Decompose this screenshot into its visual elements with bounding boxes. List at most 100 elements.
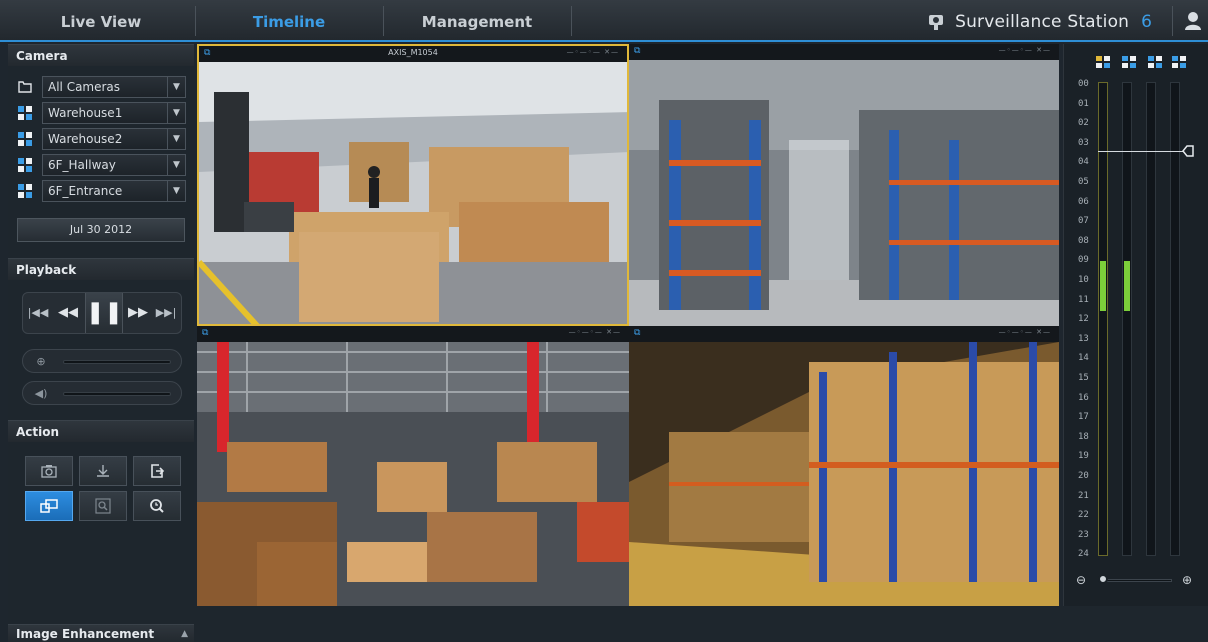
zoom-slider-handle[interactable] <box>1098 574 1108 584</box>
camera-row-warehouse1: Warehouse1 ▼ <box>18 102 188 124</box>
fast-forward-icon[interactable]: ▶▶ <box>123 293 153 333</box>
camera-select-all[interactable]: All Cameras ▼ <box>42 76 186 98</box>
brand-logo: Surveillance Station 6 <box>927 10 1152 34</box>
video-frame <box>629 60 1059 326</box>
search-button[interactable] <box>133 491 181 521</box>
tile-header: ⧉ —◦—◦— ✕— <box>197 326 629 342</box>
timeline-hour-label: 12 <box>1078 314 1089 325</box>
video-tile-4[interactable]: ⧉ —◦—◦— ✕— <box>629 326 1059 606</box>
timeline-hour-label: 23 <box>1078 529 1089 540</box>
layout-grid-icon[interactable] <box>1096 56 1110 68</box>
volume-slider-track[interactable] <box>63 392 171 396</box>
playhead-line <box>1098 151 1186 152</box>
playback-controls: |◀◀ ◀◀ ❚❚ ▶▶ ▶▶| <box>22 292 182 334</box>
camera-select-warehouse1[interactable]: Warehouse1 ▼ <box>42 102 186 124</box>
layout-grid-icon[interactable] <box>1148 56 1162 68</box>
camera-select-warehouse2[interactable]: Warehouse2 ▼ <box>42 128 186 150</box>
speed-icon: ⊕ <box>36 355 46 368</box>
left-panel: Camera All Cameras ▼ Warehouse1 ▼ Warehous… <box>8 44 194 642</box>
timeline-hour-label: 15 <box>1078 373 1089 383</box>
timeline-track-3[interactable] <box>1146 82 1156 556</box>
tab-timeline[interactable]: Timeline <box>196 0 382 42</box>
video-tile-2[interactable]: ⧉ —◦—◦— ✕— <box>629 44 1059 326</box>
timeline-hour-label: 16 <box>1078 392 1089 403</box>
camera-select-6f-hallway[interactable]: 6F_Hallway ▼ <box>42 154 186 176</box>
tile-header: ⧉ —◦—◦— ✕— <box>629 44 1059 60</box>
chevron-down-icon: ▼ <box>167 181 185 201</box>
camera-label: Warehouse2 <box>48 132 123 146</box>
timeline-hour-label: 14 <box>1078 353 1089 364</box>
export-button[interactable] <box>133 456 181 486</box>
layout-grid-icon[interactable] <box>1172 56 1186 68</box>
image-enhancement-header[interactable]: Image Enhancement ▲ <box>8 624 194 642</box>
top-navigation-bar: Live View Timeline Management Surveillan… <box>0 0 1208 42</box>
tab-management[interactable]: Management <box>384 0 570 42</box>
timeline-hour-label: 05 <box>1078 177 1089 187</box>
chevron-up-icon[interactable]: ▲ <box>181 625 188 642</box>
tab-divider <box>571 6 572 36</box>
search-icon <box>150 499 164 513</box>
camera-select-6f-entrance[interactable]: 6F_Entrance ▼ <box>42 180 186 202</box>
video-tile-1[interactable]: ⧉ AXIS_M1054 —◦—◦— ✕— <box>197 44 629 326</box>
video-frame <box>629 342 1059 606</box>
tab-live-view[interactable]: Live View <box>8 0 194 42</box>
user-icon[interactable] <box>1184 11 1202 31</box>
timeline-hour-label: 13 <box>1078 333 1089 344</box>
window-icon: ⧉ <box>634 46 641 56</box>
bottom-area <box>194 606 1208 642</box>
layout-grid-icon <box>18 158 32 172</box>
tile-status-icon: —◦—◦— ✕— <box>998 46 1051 54</box>
recording-segment <box>1100 261 1106 311</box>
timeline-track-2[interactable] <box>1122 82 1132 556</box>
camera-icon <box>41 465 57 478</box>
zoom-region-button[interactable] <box>79 491 127 521</box>
brand-version: 6 <box>1141 12 1152 32</box>
skip-to-start-icon[interactable]: |◀◀ <box>23 293 53 333</box>
camera-section-header: Camera <box>8 44 194 66</box>
zoom-slider-track[interactable] <box>1104 579 1172 582</box>
timeline-track-1[interactable] <box>1098 82 1108 556</box>
timeline-hour-label: 19 <box>1078 451 1089 462</box>
rewind-icon[interactable]: ◀◀ <box>53 293 83 333</box>
camera-label: 6F_Entrance <box>48 184 123 198</box>
recording-segment <box>1124 261 1130 311</box>
tile-status-icon: —◦—◦— ✕— <box>998 328 1051 336</box>
zoom-out-icon[interactable]: ⊖ <box>1076 573 1086 587</box>
camera-row-warehouse2: Warehouse2 ▼ <box>18 128 188 150</box>
timeline-hour-label: 07 <box>1078 216 1089 227</box>
timeline-hour-label: 11 <box>1078 294 1089 305</box>
layout-grid-icon[interactable] <box>1122 56 1136 68</box>
export-icon <box>151 464 165 478</box>
camera-label: All Cameras <box>48 80 121 94</box>
camera-row-6f-hallway: 6F_Hallway ▼ <box>18 154 188 176</box>
download-button[interactable] <box>79 456 127 486</box>
speed-slider-track[interactable] <box>63 360 171 364</box>
snapshot-button[interactable] <box>25 456 73 486</box>
skip-to-end-icon[interactable]: ▶▶| <box>151 293 181 333</box>
window-icon: ⧉ <box>634 328 641 338</box>
playback-speed-slider[interactable]: ⊕ <box>22 349 182 373</box>
action-section-header: Action <box>8 420 194 442</box>
timeline-hour-label: 03 <box>1078 137 1089 148</box>
playback-section-header: Playback <box>8 258 194 280</box>
tile-header: ⧉ —◦—◦— ✕— <box>629 326 1059 342</box>
chevron-down-icon: ▼ <box>167 129 185 149</box>
pause-button[interactable]: ❚❚ <box>85 293 123 333</box>
tile-status-icon: —◦—◦— ✕— <box>566 48 619 56</box>
tile-status-icon: —◦—◦— ✕— <box>568 328 621 336</box>
playhead-handle-icon[interactable] <box>1182 145 1194 157</box>
video-tile-3[interactable]: ⧉ —◦—◦— ✕— <box>197 326 629 606</box>
layout-toggle-button[interactable] <box>25 491 73 521</box>
date-picker-button[interactable]: Jul 30 2012 <box>17 218 185 242</box>
timeline-hour-label: 20 <box>1078 471 1089 481</box>
volume-slider[interactable]: ◀) <box>22 381 182 405</box>
download-icon <box>97 465 109 477</box>
video-frame <box>197 342 629 606</box>
timeline-hour-label: 00 <box>1078 79 1089 89</box>
camera-label: 6F_Hallway <box>48 158 116 172</box>
timeline-track-4[interactable] <box>1170 82 1180 556</box>
camera-name: AXIS_M1054 <box>388 48 438 57</box>
timeline-hour-label: 21 <box>1078 490 1089 501</box>
timeline-hour-label: 09 <box>1078 255 1089 266</box>
zoom-in-icon[interactable]: ⊕ <box>1182 573 1192 587</box>
